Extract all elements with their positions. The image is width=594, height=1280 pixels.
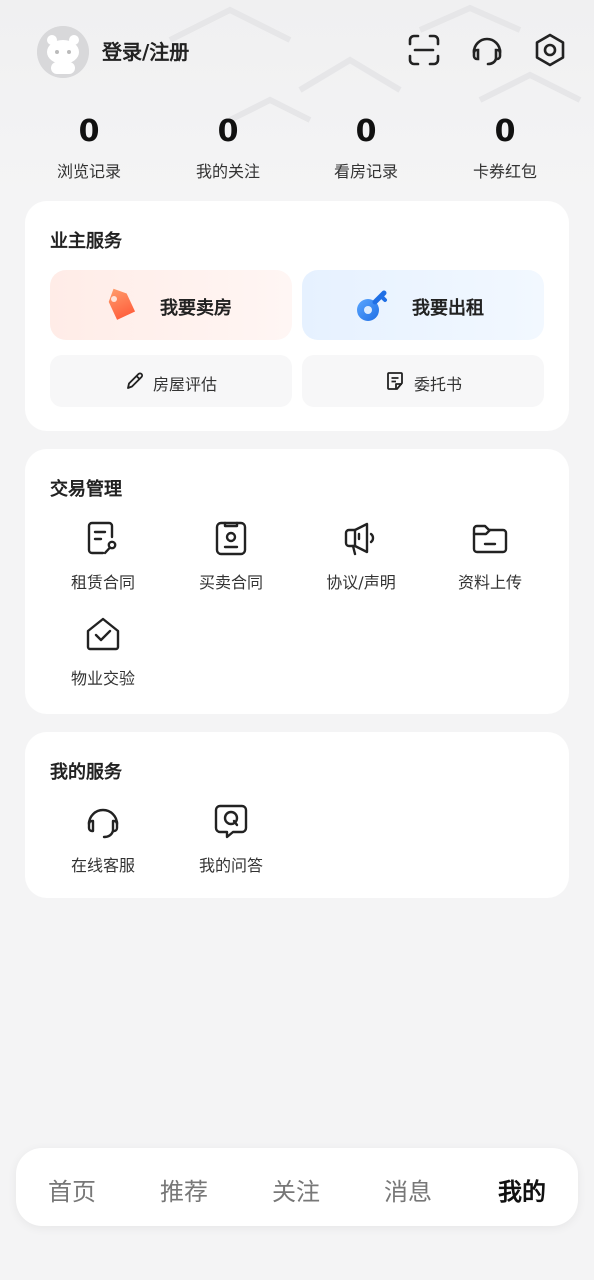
tab-home[interactable]: 首页 bbox=[16, 1172, 128, 1207]
sale-contract-icon bbox=[215, 521, 247, 556]
my-services-card: 我的服务 在线客服 我的问答 bbox=[25, 732, 569, 898]
stat-coupons[interactable]: 0 卡券红包 bbox=[445, 112, 565, 182]
tab-recommend[interactable]: 推荐 bbox=[128, 1172, 240, 1207]
stat-value: 0 bbox=[355, 114, 377, 149]
house-check-icon bbox=[86, 617, 120, 651]
tab-follow[interactable]: 关注 bbox=[240, 1172, 352, 1207]
settings-icon[interactable] bbox=[532, 32, 568, 68]
stat-value: 0 bbox=[217, 114, 239, 149]
house-evaluation-button[interactable]: 房屋评估 bbox=[50, 355, 292, 407]
price-tag-icon bbox=[108, 288, 136, 320]
item-label: 租赁合同 bbox=[70, 573, 135, 592]
item-label: 协议/声明 bbox=[326, 573, 396, 592]
section-title: 我的服务 bbox=[50, 762, 122, 783]
item-label: 在线客服 bbox=[70, 856, 135, 875]
sell-house-label: 我要卖房 bbox=[160, 298, 232, 319]
lease-contract-item[interactable]: 租赁合同 bbox=[38, 519, 168, 593]
stat-value: 0 bbox=[78, 114, 100, 149]
login-register-link[interactable]: 登录/注册 bbox=[102, 36, 189, 65]
scan-icon[interactable] bbox=[406, 32, 442, 68]
document-icon bbox=[387, 372, 403, 390]
transaction-management-card: 交易管理 租赁合同 买卖合同 协议/声明 资料上传 物业交验 bbox=[25, 449, 569, 714]
stat-value: 0 bbox=[494, 114, 516, 149]
stat-browse-history[interactable]: 0 浏览记录 bbox=[29, 112, 149, 182]
avatar-icon bbox=[37, 26, 89, 78]
item-label: 我的问答 bbox=[198, 856, 263, 875]
agreement-statement-item[interactable]: 协议/声明 bbox=[296, 519, 426, 593]
headset-icon[interactable] bbox=[469, 32, 505, 68]
item-label: 买卖合同 bbox=[198, 573, 263, 592]
qa-icon bbox=[214, 804, 248, 839]
house-evaluation-label: 房屋评估 bbox=[153, 375, 218, 394]
tab-mine[interactable]: 我的 bbox=[466, 1172, 578, 1207]
section-title: 业主服务 bbox=[50, 231, 122, 252]
document-upload-item[interactable]: 资料上传 bbox=[425, 519, 555, 593]
folder-icon bbox=[472, 524, 508, 554]
megaphone-icon bbox=[344, 522, 375, 556]
stat-my-follows[interactable]: 0 我的关注 bbox=[168, 112, 288, 182]
tab-messages[interactable]: 消息 bbox=[352, 1172, 464, 1207]
sale-contract-item[interactable]: 买卖合同 bbox=[166, 519, 296, 593]
stat-label: 浏览记录 bbox=[56, 162, 121, 181]
online-service-item[interactable]: 在线客服 bbox=[38, 802, 168, 876]
entrustment-label: 委托书 bbox=[414, 375, 463, 394]
avatar[interactable] bbox=[37, 26, 89, 78]
entrustment-button[interactable]: 委托书 bbox=[302, 355, 544, 407]
rent-out-label: 我要出租 bbox=[412, 298, 484, 319]
stat-label: 卡券红包 bbox=[472, 162, 537, 181]
my-qa-item[interactable]: 我的问答 bbox=[166, 802, 296, 876]
key-icon bbox=[357, 290, 387, 321]
header: 登录/注册 bbox=[0, 0, 594, 110]
bottom-tab-bar: 首页 推荐 关注 消息 我的 bbox=[16, 1148, 578, 1226]
lease-contract-icon bbox=[87, 521, 117, 555]
item-label: 物业交验 bbox=[70, 669, 135, 688]
sell-house-button[interactable]: 我要卖房 bbox=[50, 270, 292, 340]
item-label: 资料上传 bbox=[457, 573, 522, 592]
stat-label: 看房记录 bbox=[333, 162, 398, 181]
property-inspection-item[interactable]: 物业交验 bbox=[38, 615, 168, 689]
stat-viewing-records[interactable]: 0 看房记录 bbox=[306, 112, 426, 182]
owner-services-card: 业主服务 我要卖房 我要出租 房屋评估 委托书 bbox=[25, 201, 569, 431]
pencil-icon bbox=[127, 372, 143, 389]
stat-label: 我的关注 bbox=[195, 162, 260, 181]
headset-icon bbox=[87, 808, 119, 839]
section-title: 交易管理 bbox=[50, 479, 122, 500]
stats-row: 0 浏览记录 0 我的关注 0 看房记录 0 卡券红包 bbox=[0, 112, 594, 192]
rent-out-button[interactable]: 我要出租 bbox=[302, 270, 544, 340]
